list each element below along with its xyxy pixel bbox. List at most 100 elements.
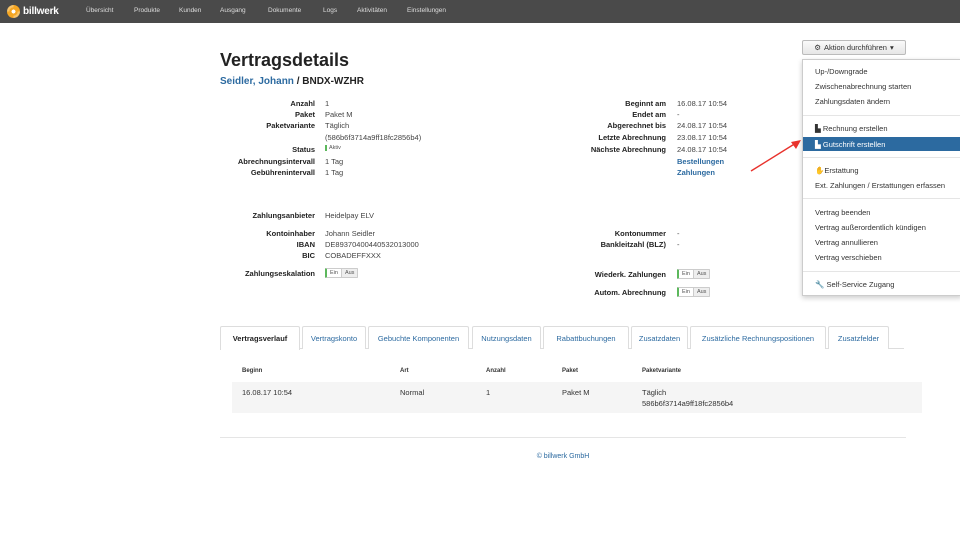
zahlungseskalation-toggle[interactable]: Ein Aus	[325, 268, 359, 278]
col-header-paket: Paket	[562, 368, 579, 374]
tab-gebuchte-komponenten[interactable]: Gebuchte Komponenten	[368, 326, 469, 349]
menu-divider	[803, 198, 960, 199]
file-icon: ▙	[815, 140, 821, 149]
menu-item-ext-zahlungen[interactable]: Ext. Zahlungen / Erstattungen erfassen	[815, 181, 945, 190]
menu-divider	[803, 115, 960, 116]
menu-item-label: Self-Service Zugang	[826, 280, 895, 289]
tab-zusatzfelder[interactable]: Zusatzfelder	[828, 326, 889, 349]
letzte-abrechnung-value: 23.08.17 10:54	[677, 133, 728, 142]
thumbs-up-icon: ✋	[815, 166, 825, 175]
tab-vertragsverlauf[interactable]: Vertragsverlauf	[220, 326, 300, 350]
bic-label: BIC	[302, 251, 315, 260]
abrechnungsintervall-value: 1 Tag	[325, 157, 344, 166]
autom-abrechnung-label: Autom. Abrechnung	[594, 288, 666, 297]
blz-value: -	[677, 240, 680, 249]
menu-item-vertrag-beenden[interactable]: Vertrag beenden	[815, 208, 870, 217]
naechste-abrechnung-value: 24.08.17 10:54	[677, 145, 728, 154]
nav-dokumente[interactable]: Dokumente	[268, 7, 301, 14]
nav-einstellungen[interactable]: Einstellungen	[407, 7, 446, 14]
tab-zusatzdaten[interactable]: Zusatzdaten	[631, 326, 688, 349]
toggle-off[interactable]: Aus	[692, 288, 710, 296]
kontonummer-label: Kontonummer	[614, 229, 666, 238]
footer-copyright[interactable]: © billwerk GmbH	[220, 453, 906, 460]
red-arrow-annotation	[750, 140, 801, 172]
menu-item-ausserordentlich-kuendigen[interactable]: Vertrag außerordentlich kündigen	[815, 223, 926, 232]
billwerk-logo-icon	[7, 5, 20, 18]
zahlungsanbieter-label: Zahlungsanbieter	[252, 211, 315, 220]
wiederk-zahlungen-label: Wiederk. Zahlungen	[594, 270, 666, 279]
menu-divider	[803, 157, 960, 158]
menu-divider	[803, 271, 960, 272]
zahlungseskalation-label: Zahlungseskalation	[244, 269, 315, 278]
menu-item-zahlungsdaten-aendern[interactable]: Zahlungsdaten ändern	[815, 97, 890, 106]
menu-item-rechnung-erstellen[interactable]: ▙ Rechnung erstellen	[815, 124, 888, 133]
naechste-abrechnung-label: Nächste Abrechnung	[590, 145, 666, 154]
paketvariante-id: (586b6f3714a9ff18fc2856b4)	[325, 133, 422, 142]
nav-produkte[interactable]: Produkte	[134, 7, 160, 14]
paket-value: Paket M	[325, 110, 353, 119]
kontoinhaber-label: Kontoinhaber	[266, 229, 315, 238]
cell-art: Normal	[400, 388, 425, 397]
bic-value: COBADEFFXXX	[325, 251, 381, 260]
brand-logo-text: billwerk	[23, 6, 59, 17]
menu-item-erstattung[interactable]: ✋Erstattung	[815, 166, 859, 175]
cell-beginn: 16.08.17 10:54	[242, 388, 293, 397]
nav-logs[interactable]: Logs	[323, 7, 337, 14]
file-icon: ▙	[815, 124, 821, 133]
nav-uebersicht[interactable]: Übersicht	[86, 7, 113, 14]
menu-item-label: Gutschrift erstellen	[822, 140, 886, 149]
wiederk-zahlungen-toggle[interactable]: Ein Aus	[677, 269, 711, 279]
col-header-paketvariante: Paketvariante	[642, 368, 682, 374]
menu-item-gutschrift-erstellen[interactable]: ▙ Gutschrift erstellen	[815, 140, 885, 149]
footer-divider	[220, 437, 906, 438]
nav-ausgang[interactable]: Ausgang	[220, 7, 246, 14]
tab-nutzungsdaten[interactable]: Nutzungsdaten	[472, 326, 541, 349]
brand-logo[interactable]: billwerk	[7, 4, 59, 19]
nav-kunden[interactable]: Kunden	[179, 7, 201, 14]
iban-label: IBAN	[296, 240, 315, 249]
abgerechnet-bis-value: 24.08.17 10:54	[677, 121, 728, 130]
cell-paket: Paket M	[562, 388, 590, 397]
zahlungen-link[interactable]: Zahlungen	[677, 168, 715, 177]
toggle-on[interactable]: Ein	[679, 270, 693, 278]
letzte-abrechnung-label: Letzte Abrechnung	[598, 133, 666, 142]
contract-id: / BNDX-WZHR	[293, 76, 364, 87]
action-button-label: Aktion durchführen	[824, 43, 887, 52]
menu-item-vertrag-annullieren[interactable]: Vertrag annullieren	[815, 238, 878, 247]
anzahl-label: Anzahl	[290, 99, 315, 108]
endet-am-value: -	[677, 110, 680, 119]
menu-item-self-service[interactable]: 🔧 Self-Service Zugang	[815, 280, 894, 289]
menu-item-zwischenabrechnung[interactable]: Zwischenabrechnung starten	[815, 82, 911, 91]
paketvariante-label: Paketvariante	[266, 121, 315, 130]
autom-abrechnung-toggle[interactable]: Ein Aus	[677, 287, 711, 297]
nav-aktivitaeten[interactable]: Aktivitäten	[357, 7, 387, 14]
kontoinhaber-value: Johann Seidler	[325, 229, 376, 238]
tab-rabattbuchungen[interactable]: Rabattbuchungen	[543, 326, 629, 349]
cell-paketvariante-id: 586b6f3714a9ff18fc2856b4	[642, 399, 734, 408]
customer-name-link[interactable]: Seidler, Johann	[220, 76, 294, 87]
toggle-on[interactable]: Ein	[327, 269, 341, 277]
col-header-beginn: Beginn	[242, 368, 263, 374]
beginnt-am-label: Beginnt am	[625, 99, 666, 108]
toggle-on[interactable]: Ein	[679, 288, 693, 296]
tab-vertragskonto[interactable]: Vertragskonto	[302, 326, 366, 349]
action-dropdown-button[interactable]: ⚙ Aktion durchführen ▾	[802, 40, 906, 55]
contract-tabs: Vertragsverlauf Vertragskonto Gebuchte K…	[220, 326, 904, 350]
zahlungsanbieter-value: Heidelpay ELV	[325, 211, 375, 220]
menu-item-label: Erstattung	[824, 166, 859, 175]
gebuehrenintervall-value: 1 Tag	[325, 168, 344, 177]
abgerechnet-bis-label: Abgerechnet bis	[607, 121, 666, 130]
menu-item-vertrag-verschieben[interactable]: Vertrag verschieben	[815, 253, 882, 262]
top-navbar: billwerk Übersicht Produkte Kunden Ausga…	[0, 0, 960, 23]
toggle-off[interactable]: Aus	[340, 269, 358, 277]
beginnt-am-value: 16.08.17 10:54	[677, 99, 728, 108]
tab-zusaetzliche-rechnungspositionen[interactable]: Zusätzliche Rechnungspositionen	[690, 326, 826, 349]
table-row	[232, 382, 922, 413]
status-badge: Aktiv	[325, 145, 341, 151]
anzahl-value: 1	[325, 99, 330, 108]
page-title: Vertragsdetails	[220, 50, 350, 70]
gear-icon: ⚙	[814, 43, 821, 52]
toggle-off[interactable]: Aus	[692, 270, 710, 278]
bestellungen-link[interactable]: Bestellungen	[677, 157, 724, 166]
menu-item-up-downgrade[interactable]: Up-/Downgrade	[815, 67, 868, 76]
